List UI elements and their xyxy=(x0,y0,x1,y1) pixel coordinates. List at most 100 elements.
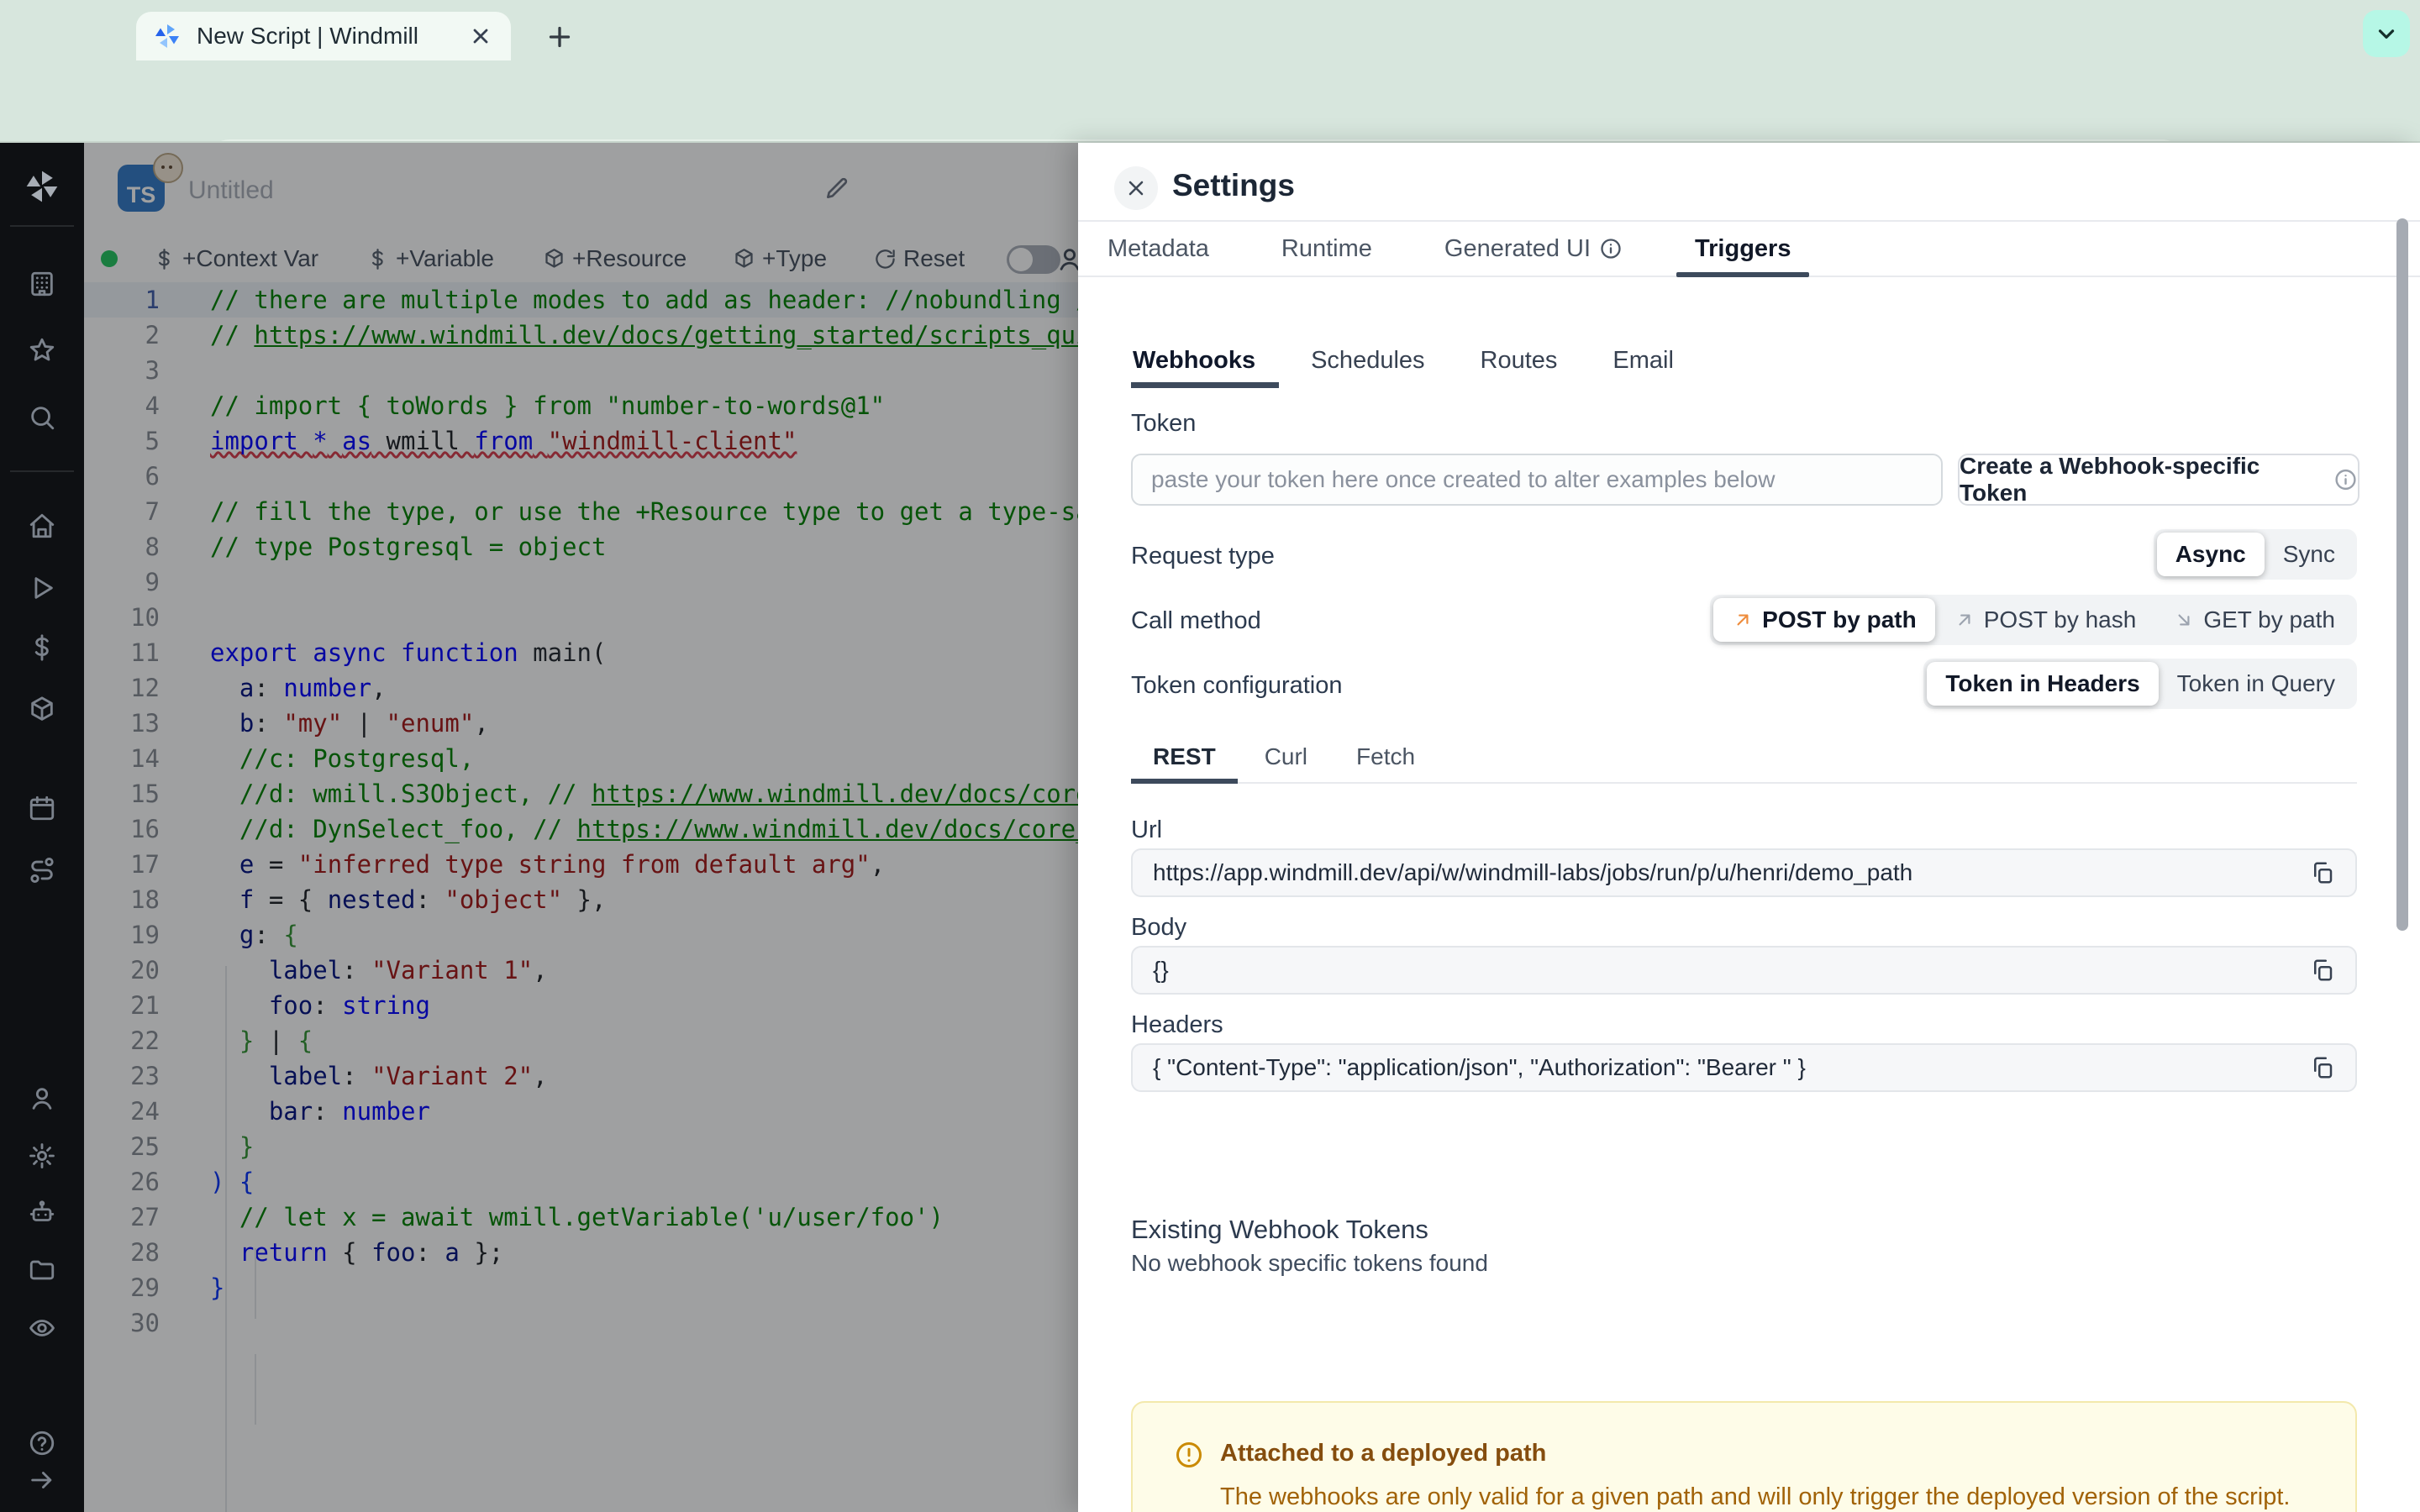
create-webhook-token-button[interactable]: Create a Webhook-specific Token xyxy=(1958,453,2360,506)
sidebar-item-routes[interactable] xyxy=(28,856,56,885)
code-line-23[interactable]: 23 label: "Variant 2", xyxy=(84,1058,1078,1094)
sidebar-item-resources[interactable] xyxy=(28,696,56,724)
call-method-option-post-by-path[interactable]: POST by path xyxy=(1713,598,1935,642)
code-line-17[interactable]: 17 e = "inferred type string from defaul… xyxy=(84,847,1078,882)
sidebar-item-favorites[interactable] xyxy=(28,336,56,365)
sidebar-item-users[interactable] xyxy=(28,1084,56,1113)
code-line-3[interactable]: 3 xyxy=(84,353,1078,388)
tab-runtime[interactable]: Runtime xyxy=(1275,222,1379,276)
code-line-25[interactable]: 25 } xyxy=(84,1129,1078,1164)
request-type-option-sync[interactable]: Sync xyxy=(2265,533,2354,576)
example-tab-rest[interactable]: REST xyxy=(1131,731,1238,784)
body-label: Body xyxy=(1131,914,1187,941)
tab-metadata[interactable]: Metadata xyxy=(1101,222,1216,276)
example-tab-curl[interactable]: Curl xyxy=(1265,731,1307,782)
edit-name-pencil-icon[interactable] xyxy=(823,175,850,202)
sidebar-item-home[interactable] xyxy=(28,512,56,540)
code-line-22[interactable]: 22 } | { xyxy=(84,1023,1078,1058)
sidebar-item-workers[interactable] xyxy=(28,1199,56,1227)
sidebar-item-expand-sidebar[interactable] xyxy=(28,1466,56,1494)
request-type-option-async[interactable]: Async xyxy=(2156,533,2265,576)
token-config-option-token-in-headers[interactable]: Token in Headers xyxy=(1927,662,2159,706)
trigger-tab-webhooks[interactable]: Webhooks xyxy=(1131,336,1280,388)
code-line-19[interactable]: 19 g: { xyxy=(84,917,1078,953)
code-line-7[interactable]: 7 // fill the type, or use the +Resource … xyxy=(84,494,1078,529)
reset-button[interactable]: Reset xyxy=(874,235,965,282)
tab-search-button[interactable] xyxy=(2363,10,2410,57)
code-line-30[interactable]: 30 xyxy=(84,1305,1078,1341)
request-type-label: Request type xyxy=(1131,543,1275,570)
clipboard-icon[interactable] xyxy=(2310,860,2335,885)
code-line-11[interactable]: 11 export async function main( xyxy=(84,635,1078,670)
windmill-logo-icon[interactable] xyxy=(24,168,60,205)
sidebar-item-audit-logs[interactable] xyxy=(28,1314,56,1342)
script-name-input[interactable]: Untitled xyxy=(188,176,274,205)
trigger-tab-schedules[interactable]: Schedules xyxy=(1309,336,1426,385)
code-line-10[interactable]: 10 xyxy=(84,600,1078,635)
drawer-scrollbar[interactable] xyxy=(2396,218,2408,931)
browser-tab[interactable]: New Script | Windmill xyxy=(136,12,511,60)
call-method-option-get-by-path[interactable]: GET by path xyxy=(2154,598,2354,642)
sidebar-item-workspace-settings[interactable] xyxy=(28,1142,56,1170)
line-number: 17 xyxy=(130,850,160,879)
body-field[interactable]: {} xyxy=(1131,946,2357,995)
code-line-13[interactable]: 13 b: "my" | "enum", xyxy=(84,706,1078,741)
code-line-20[interactable]: 20 label: "Variant 1", xyxy=(84,953,1078,988)
sidebar-item-folders[interactable] xyxy=(28,1256,56,1284)
headers-field[interactable]: { "Content-Type": "application/json", "A… xyxy=(1131,1043,2357,1092)
sidebar-item-search[interactable] xyxy=(28,403,56,432)
sidebar-item-runs[interactable] xyxy=(28,574,56,602)
code-line-26[interactable]: 26) { xyxy=(84,1164,1078,1200)
code-line-8[interactable]: 8 // type Postgresql = object xyxy=(84,529,1078,564)
add-variable-button[interactable]: +Variable xyxy=(366,235,494,282)
code-line-29[interactable]: 29} xyxy=(84,1270,1078,1305)
token-input[interactable] xyxy=(1131,454,1943,506)
add-context-var-button[interactable]: +Context Var xyxy=(153,235,318,282)
code-line-21[interactable]: 21 foo: string xyxy=(84,988,1078,1023)
code-line-18[interactable]: 18 f = { nested: "object" }, xyxy=(84,882,1078,917)
code-line-14[interactable]: 14 //c: Postgresql, xyxy=(84,741,1078,776)
code-line-2[interactable]: 2 // https://www.windmill.dev/docs/gettin… xyxy=(84,318,1078,353)
code-line-5[interactable]: 5 import * as wmill from "windmill-client… xyxy=(84,423,1078,459)
code-line-1[interactable]: 1 // there are multiple modes to add as h… xyxy=(84,282,1078,318)
code-line-15[interactable]: 15 //d: wmill.S3Object, // https://www.w… xyxy=(84,776,1078,811)
example-tab-fetch[interactable]: Fetch xyxy=(1356,731,1415,782)
trigger-tab-email[interactable]: Email xyxy=(1611,336,1676,385)
sidebar-item-help[interactable] xyxy=(28,1429,56,1457)
tab-close-icon[interactable] xyxy=(469,24,492,48)
clipboard-icon[interactable] xyxy=(2310,958,2335,983)
code-line-6[interactable]: 6 xyxy=(84,459,1078,494)
code-line-4[interactable]: 4 // import { toWords } from "number-to-w… xyxy=(84,388,1078,423)
code-line-12[interactable]: 12 a: number, xyxy=(84,670,1078,706)
code-line-16[interactable]: 16 //d: DynSelect_foo, // https://www.wi… xyxy=(84,811,1078,847)
search-icon xyxy=(28,403,56,432)
close-settings-button[interactable] xyxy=(1114,166,1158,210)
sidebar-item-variables[interactable] xyxy=(28,633,56,662)
code-line-9[interactable]: 9 xyxy=(84,564,1078,600)
call-method-option-post-by-hash[interactable]: POST by hash xyxy=(1935,598,2155,642)
code-line-27[interactable]: 27 // let x = await wmill.getVariable('u… xyxy=(84,1200,1078,1235)
add-resource-button[interactable]: +Resource xyxy=(543,235,687,282)
tab-triggers[interactable]: Triggers xyxy=(1676,222,1810,277)
code-line-28[interactable]: 28 return { foo: a }; xyxy=(84,1235,1078,1270)
code-text: f = { nested: "object" }, xyxy=(239,885,607,914)
sidebar-item-workspace[interactable] xyxy=(28,270,56,298)
url-field[interactable]: https://app.windmill.dev/api/w/windmill-… xyxy=(1131,848,2357,897)
code-line-24[interactable]: 24 bar: number xyxy=(84,1094,1078,1129)
sidebar-item-schedules[interactable] xyxy=(28,794,56,822)
line-number: 7 xyxy=(145,497,160,526)
new-tab-icon[interactable] xyxy=(544,22,575,52)
warning-body: The webhooks are only valid for a given … xyxy=(1220,1483,2291,1510)
code-area[interactable]: 1 // there are multiple modes to add as h… xyxy=(84,282,1078,1512)
trigger-tab-routes[interactable]: Routes xyxy=(1479,336,1560,385)
call-method-option-label: GET by path xyxy=(2203,606,2335,633)
token-config-option-token-in-query[interactable]: Token in Query xyxy=(2159,662,2354,706)
tab-generated-ui[interactable]: Generated UI xyxy=(1438,222,1629,276)
call-method-option-label: POST by hash xyxy=(1983,606,2137,633)
diff-toggle[interactable] xyxy=(1007,245,1060,274)
headers-value: { "Content-Type": "application/json", "A… xyxy=(1153,1054,1806,1080)
example-tabs: REST Curl Fetch xyxy=(1131,731,2357,784)
line-number: 13 xyxy=(130,709,160,738)
add-type-button[interactable]: +Type xyxy=(733,235,827,282)
clipboard-icon[interactable] xyxy=(2310,1055,2335,1080)
